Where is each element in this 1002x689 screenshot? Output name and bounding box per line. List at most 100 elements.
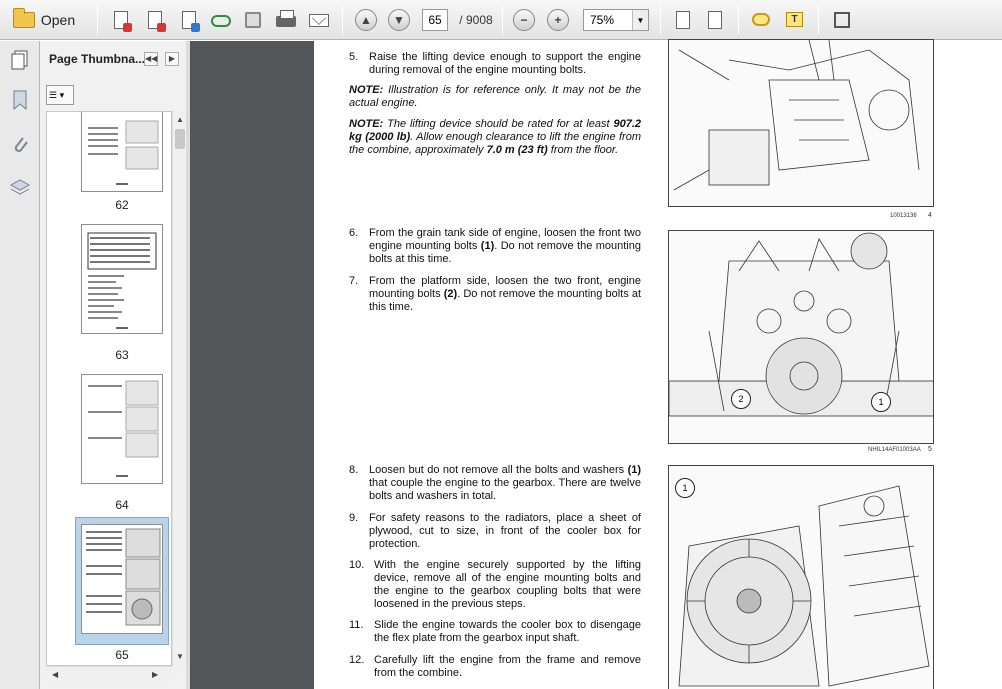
toolbar-separator — [660, 6, 661, 34]
main-toolbar: Open ▲ ▼ 65 / 9008 − + 75% ▼ T — [0, 0, 1002, 40]
layers-button[interactable] — [9, 177, 31, 199]
note-bold: 7.0 m (23 ft) — [486, 144, 548, 156]
step-number: 7. — [349, 275, 359, 287]
step-6: 6. From the grain tank side of engine, l… — [349, 227, 641, 266]
email-button[interactable] — [308, 7, 330, 33]
engine-front-illustration — [669, 232, 933, 417]
highlight-button[interactable]: T — [783, 7, 805, 33]
step-9: 9. For safety reasons to the radiators, … — [349, 512, 641, 551]
edit-pdf-button[interactable] — [178, 7, 200, 33]
plus-icon: + — [547, 9, 569, 31]
page-separator: / — [459, 13, 463, 27]
comment-button[interactable] — [750, 7, 772, 33]
note-label: NOTE: — [349, 84, 384, 96]
step-text: Carefully lift the engine from the frame… — [374, 654, 641, 679]
cloud-upload-icon — [210, 9, 232, 31]
step-text: Loosen but do not remove all the bolts a… — [369, 464, 625, 476]
page-preview — [88, 120, 159, 185]
figure-number: 5 — [928, 446, 932, 453]
scroll-left-icon[interactable]: ◀ — [52, 670, 58, 679]
step-text: Slide the engine towards the cooler box … — [374, 619, 641, 644]
page-preview — [88, 380, 159, 477]
collapse-panel-button[interactable]: ◀◀ — [144, 52, 158, 66]
step-text: With the engine securely supported by th… — [374, 559, 641, 610]
page-number-input[interactable]: 65 — [422, 9, 448, 31]
scroll-up-icon[interactable]: ▲ — [176, 115, 184, 124]
document-viewer[interactable]: 5. Raise the lifting device enough to su… — [190, 39, 1002, 689]
callout-2: 2 — [731, 389, 751, 409]
next-page-button[interactable]: ▼ — [388, 7, 410, 33]
thumbnail-list: 62 63 64 65 — [46, 111, 172, 666]
note-text: Illustration is for reference only. It m… — [349, 84, 641, 109]
pdf-page: 5. Raise the lifting device enough to su… — [314, 39, 1002, 689]
page-preview — [86, 528, 161, 626]
thumbnail-horizontal-scrollbar[interactable]: ◀ ▶ — [46, 666, 172, 682]
arrow-up-icon: ▲ — [355, 9, 377, 31]
navigation-pane-bar — [0, 41, 40, 689]
thumbnail-label: 63 — [115, 348, 129, 362]
figure-engine-mounting-bolts: 2 1 — [668, 230, 934, 444]
thumbnail-label: 62 — [115, 198, 129, 212]
figure-caption: 10013136 — [890, 213, 917, 219]
thumbnail-label: 65 — [115, 648, 129, 662]
print-button[interactable] — [275, 7, 297, 33]
chevron-down-icon[interactable]: ▼ — [632, 10, 648, 30]
bookmark-icon — [13, 90, 27, 111]
thumbnail-page-63[interactable] — [81, 224, 163, 334]
toolbar-separator — [738, 6, 739, 34]
panel-title: Page Thumbna... — [49, 52, 146, 66]
minus-icon: − — [513, 9, 535, 31]
scroll-down-icon[interactable]: ▼ — [176, 652, 184, 661]
thumbnail-page-65[interactable] — [81, 524, 163, 634]
figure-engine-lifting — [668, 39, 934, 207]
flex-plate-illustration — [678, 485, 930, 687]
open-button[interactable]: Open — [6, 7, 82, 33]
thumbnail-page-62[interactable] — [81, 112, 163, 192]
zoom-in-button[interactable]: + — [547, 7, 569, 33]
thumbnail-page-64[interactable] — [81, 374, 163, 484]
thumbnail-options-button[interactable]: ☰ ▾ — [46, 85, 74, 105]
engine-lifting-illustration — [673, 40, 920, 191]
save-button[interactable] — [242, 7, 264, 33]
create-pdf-button[interactable] — [110, 7, 132, 33]
fit-width-button[interactable] — [704, 7, 726, 33]
note-lifting-device: NOTE: The lifting device should be rated… — [349, 118, 641, 157]
figure-caption: NHIL14AF01003AA — [868, 447, 921, 453]
page-thumbnails-panel: Page Thumbna... ◀◀ ▶ ☰ ▾ 62 63 64 65 ▲ ▼… — [40, 41, 187, 689]
panel-header: Page Thumbna... ◀◀ ▶ — [40, 41, 187, 77]
zoom-out-button[interactable]: − — [513, 7, 535, 33]
step-number: 9. — [349, 512, 359, 524]
paperclip-icon — [14, 137, 28, 152]
page-thumbnails-button[interactable] — [9, 49, 31, 71]
step-bold: (1) — [627, 464, 642, 476]
step-number: 11. — [349, 619, 364, 631]
step-5: 5. Raise the lifting device enough to su… — [349, 51, 641, 77]
attachments-button[interactable] — [9, 133, 31, 155]
step-text: that couple the engine to the gearbox. T… — [369, 477, 641, 502]
zoom-select[interactable]: 75% ▼ — [583, 9, 649, 31]
step-bold: (2) — [443, 288, 458, 300]
note-label: NOTE: — [349, 118, 384, 130]
toolbar-separator — [818, 6, 819, 34]
thumbnail-label: 64 — [115, 498, 129, 512]
bookmarks-button[interactable] — [9, 89, 31, 111]
callout-1: 1 — [675, 478, 695, 498]
fit-page-icon — [672, 9, 694, 31]
expand-panel-button[interactable]: ▶ — [165, 52, 179, 66]
step-number: 12. — [349, 654, 365, 666]
toolbar-separator — [342, 6, 343, 34]
folder-icon — [12, 8, 35, 28]
expand-icon — [831, 9, 853, 31]
step-10: 10. With the engine securely supported b… — [349, 559, 641, 611]
thumbnail-vertical-scrollbar[interactable]: ▲ ▼ — [172, 111, 186, 666]
fit-page-button[interactable] — [672, 7, 694, 33]
scrollbar-thumb[interactable] — [175, 129, 185, 149]
upload-cloud-button[interactable] — [210, 7, 232, 33]
edit-pdf-icon — [178, 9, 200, 32]
scroll-right-icon[interactable]: ▶ — [152, 670, 158, 679]
previous-page-button[interactable]: ▲ — [355, 7, 377, 33]
full-screen-button[interactable] — [831, 7, 853, 33]
arrow-down-icon: ▼ — [388, 9, 410, 31]
combine-files-button[interactable] — [144, 7, 166, 33]
step-7: 7. From the platform side, loosen the tw… — [349, 275, 641, 314]
